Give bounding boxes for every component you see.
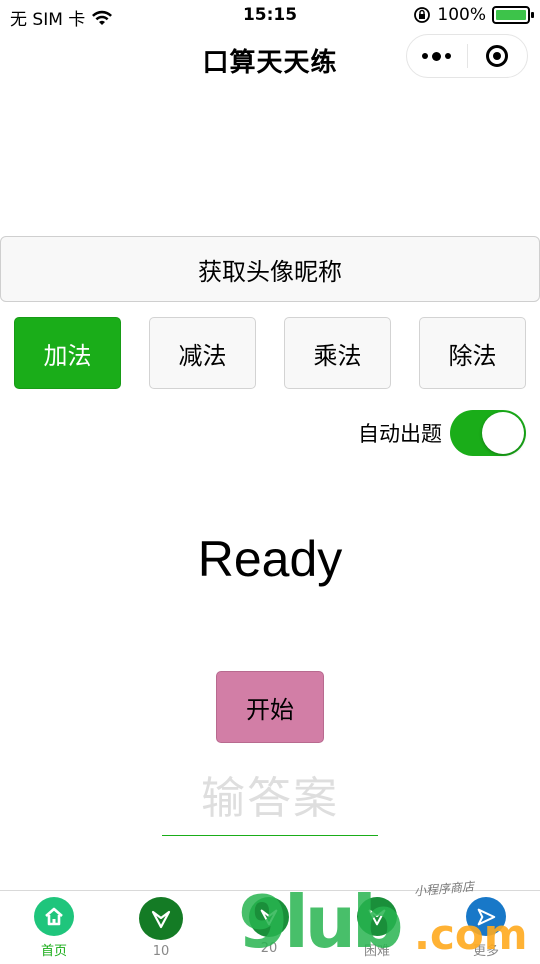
tab-more[interactable]: 更多 — [446, 897, 526, 959]
close-target-icon — [486, 45, 509, 67]
operation-button-divide[interactable]: 除法 — [419, 317, 526, 389]
get-profile-button[interactable]: 获取头像昵称 — [0, 236, 540, 302]
chevron-down-arrow-icon — [357, 897, 397, 936]
tab-hard[interactable]: 困难 — [337, 897, 417, 959]
send-arrow-icon — [466, 897, 506, 936]
more-dots-icon — [422, 51, 452, 61]
battery-icon — [492, 6, 534, 24]
status-right: 100% — [413, 5, 534, 25]
close-button[interactable] — [468, 35, 528, 77]
orientation-lock-icon — [414, 7, 431, 23]
chevron-down-arrow-icon — [249, 897, 289, 937]
tab-home[interactable]: 首页 — [14, 897, 94, 959]
battery-fill — [496, 10, 526, 20]
answer-input[interactable]: 输答案 — [162, 752, 378, 836]
start-button[interactable]: 开始 — [216, 671, 324, 743]
question-display: Ready — [197, 531, 343, 587]
tab-bar: 首页 10 20 困难 更多 — [0, 890, 540, 960]
tab-label-20: 20 — [260, 941, 278, 956]
operation-button-add[interactable]: 加法 — [14, 317, 121, 389]
mini-program-capsule — [406, 34, 528, 78]
nav-bar: 口算天天练 — [0, 32, 540, 88]
auto-question-label: 自动出题 — [358, 422, 442, 446]
tab-20[interactable]: 20 — [229, 897, 309, 959]
status-bar: 无 SIM 卡 15:15 100% — [0, 0, 540, 32]
more-button[interactable] — [407, 35, 467, 77]
operation-button-subtract[interactable]: 减法 — [149, 317, 256, 389]
auto-question-row: 自动出题 — [358, 409, 526, 457]
chevron-down-arrow-icon — [139, 897, 183, 940]
answer-placeholder: 输答案 — [201, 772, 339, 824]
operation-selector: 加法 减法 乘法 除法 — [14, 317, 526, 389]
switch-knob — [482, 412, 524, 454]
tab-10[interactable]: 10 — [121, 897, 201, 959]
auto-question-switch[interactable] — [450, 410, 526, 456]
tab-label-more: 更多 — [472, 944, 499, 959]
tab-label-home: 首页 — [40, 944, 67, 959]
battery-percent: 100% — [437, 5, 486, 25]
tab-label-hard: 困难 — [363, 944, 390, 959]
home-icon — [34, 897, 74, 936]
operation-button-multiply[interactable]: 乘法 — [284, 317, 391, 389]
tab-label-10: 10 — [152, 944, 170, 959]
